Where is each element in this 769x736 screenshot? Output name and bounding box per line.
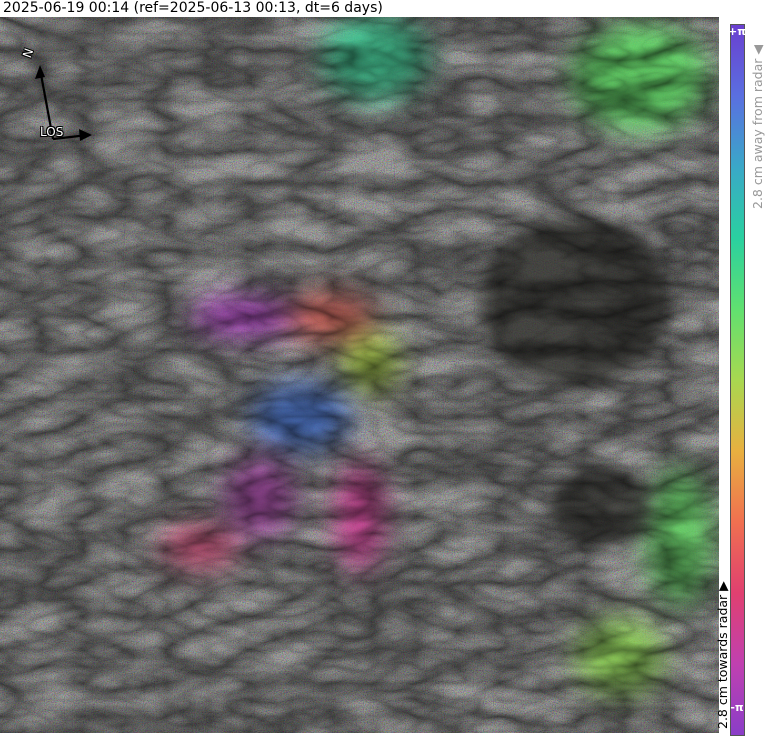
image-title: 2025-06-19 00:14 (ref=2025-06-13 00:13, … bbox=[3, 0, 383, 16]
north-arrow-icon bbox=[35, 65, 92, 141]
towards-radar-label: 2.8 cm towards radar ▶ bbox=[715, 581, 730, 729]
away-from-radar-label: 2.8 cm away from radar ◀ bbox=[750, 45, 765, 209]
towards-text: 2.8 cm towards radar bbox=[715, 594, 730, 729]
terrain-phase-image bbox=[0, 17, 719, 733]
colorbar-max-label: +π bbox=[728, 25, 746, 38]
los-label: LOS bbox=[40, 125, 64, 139]
away-text: 2.8 cm away from radar bbox=[750, 58, 765, 209]
phase-colorbar bbox=[730, 24, 745, 736]
colorbar: +π -π 2.8 cm away from radar ◀ 2.8 cm to… bbox=[715, 17, 769, 736]
interferogram-map: N LOS bbox=[0, 17, 719, 733]
colorbar-min-label: -π bbox=[730, 701, 744, 714]
